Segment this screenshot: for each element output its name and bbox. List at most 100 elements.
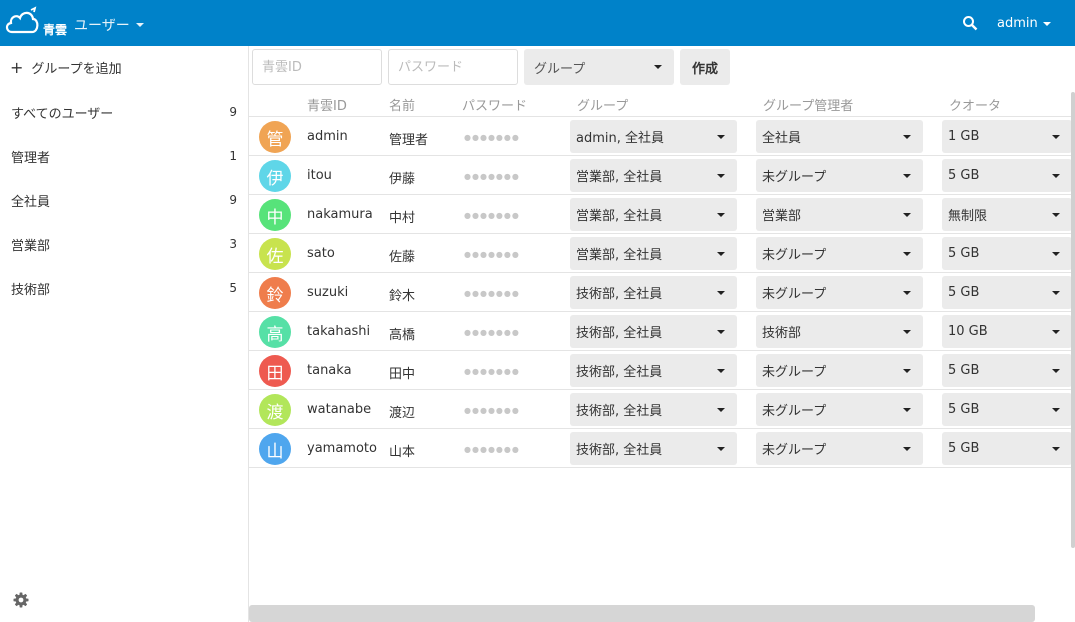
user-display-name[interactable]: 中村 xyxy=(389,207,415,226)
quota-select[interactable]: 5 GB xyxy=(942,432,1072,465)
avatar: 中 xyxy=(259,199,291,231)
table-row: 渡 watanabe 渡辺 ●●●●●●● 技術部, 全社員 未グループ 5 GB xyxy=(249,390,1073,429)
user-id: tanaka xyxy=(307,363,352,378)
quota-value: 10 GB xyxy=(948,324,988,339)
groups-value: 技術部, 全社員 xyxy=(576,404,663,419)
groups-select[interactable]: 技術部, 全社員 xyxy=(570,432,737,465)
app-menu[interactable]: ユーザー xyxy=(74,15,144,35)
quota-select[interactable]: 5 GB xyxy=(942,393,1072,426)
subadmin-select[interactable]: 営業部 xyxy=(756,198,923,231)
quota-value: 5 GB xyxy=(948,363,980,378)
avatar: 伊 xyxy=(259,160,291,192)
password-field[interactable]: ●●●●●●● xyxy=(464,172,520,181)
sidebar-item-engineering[interactable]: 技術部 5 xyxy=(0,266,248,310)
quota-select[interactable]: 5 GB xyxy=(942,276,1072,309)
groups-value: 営業部, 全社員 xyxy=(576,170,663,185)
password-field[interactable]: ●●●●●●● xyxy=(464,445,520,454)
quota-select[interactable]: 5 GB xyxy=(942,354,1072,387)
password-field[interactable]: ●●●●●●● xyxy=(464,250,520,259)
subadmin-select[interactable]: 未グループ xyxy=(756,276,923,309)
header-id: 青雲ID xyxy=(307,99,347,114)
subadmin-select[interactable]: 技術部 xyxy=(756,315,923,348)
search-icon[interactable] xyxy=(962,15,978,31)
avatar: 渡 xyxy=(259,394,291,426)
groups-select[interactable]: 営業部, 全社員 xyxy=(570,237,737,270)
user-menu[interactable]: admin xyxy=(997,16,1051,31)
subadmin-select[interactable]: 未グループ xyxy=(756,237,923,270)
groups-select[interactable]: 技術部, 全社員 xyxy=(570,315,737,348)
cloud-logo-icon[interactable] xyxy=(4,6,40,38)
chevron-down-icon xyxy=(1052,212,1060,217)
user-id: sato xyxy=(307,246,335,261)
avatar: 田 xyxy=(259,355,291,387)
groups-value: 技術部, 全社員 xyxy=(576,287,663,302)
groups-select[interactable]: 技術部, 全社員 xyxy=(570,393,737,426)
add-group-button[interactable]: + グループを追加 xyxy=(10,58,122,77)
chevron-down-icon xyxy=(717,173,725,178)
quota-select[interactable]: 無制限 xyxy=(942,198,1072,231)
subadmin-select[interactable]: 未グループ xyxy=(756,393,923,426)
table-row: 伊 itou 伊藤 ●●●●●●● 営業部, 全社員 未グループ 5 GB xyxy=(249,156,1073,195)
vertical-scrollbar[interactable] xyxy=(1071,92,1075,548)
chevron-down-icon xyxy=(1052,407,1060,412)
password-field[interactable]: ●●●●●●● xyxy=(464,211,520,220)
table-row: 高 takahashi 高橋 ●●●●●●● 技術部, 全社員 技術部 10 GB xyxy=(249,312,1073,351)
subadmin-select[interactable]: 未グループ xyxy=(756,354,923,387)
sidebar-item-all-staff[interactable]: 全社員 9 xyxy=(0,178,248,222)
groups-select[interactable]: admin, 全社員 xyxy=(570,120,737,153)
sidebar-item-sales[interactable]: 営業部 3 xyxy=(0,222,248,266)
chevron-down-icon xyxy=(903,251,911,256)
quota-select[interactable]: 5 GB xyxy=(942,237,1072,270)
password-field[interactable]: ●●●●●●● xyxy=(464,289,520,298)
plus-icon: + xyxy=(10,57,24,77)
user-display-name[interactable]: 伊藤 xyxy=(389,168,415,187)
password-field[interactable]: ●●●●●●● xyxy=(464,133,520,142)
sidebar-item-admin[interactable]: 管理者 1 xyxy=(0,134,248,178)
user-display-name[interactable]: 管理者 xyxy=(389,129,428,148)
groups-select[interactable]: 技術部, 全社員 xyxy=(570,354,737,387)
header-password: パスワード xyxy=(462,99,528,114)
subadmin-select[interactable]: 未グループ xyxy=(756,432,923,465)
chevron-down-icon xyxy=(1052,368,1060,373)
logo-text: 青雲 xyxy=(43,23,68,37)
user-display-name[interactable]: 高橋 xyxy=(389,324,415,343)
user-display-name[interactable]: 佐藤 xyxy=(389,246,415,265)
header-subadmin: グループ管理者 xyxy=(763,99,854,114)
new-user-id-input[interactable] xyxy=(252,49,382,85)
table-row: 山 yamamoto 山本 ●●●●●●● 技術部, 全社員 未グループ 5 GB xyxy=(249,429,1073,468)
groups-select[interactable]: 営業部, 全社員 xyxy=(570,159,737,192)
user-id: suzuki xyxy=(307,285,349,300)
groups-select[interactable]: 営業部, 全社員 xyxy=(570,198,737,231)
table-header: 青雲ID 名前 パスワード グループ グループ管理者 クオータ xyxy=(249,92,1073,117)
chevron-down-icon xyxy=(903,212,911,217)
avatar: 高 xyxy=(259,316,291,348)
subadmin-select[interactable]: 全社員 xyxy=(756,120,923,153)
groups-select[interactable]: 技術部, 全社員 xyxy=(570,276,737,309)
sidebar-item-everyone[interactable]: すべてのユーザー 9 xyxy=(0,90,248,134)
chevron-down-icon xyxy=(717,329,725,334)
user-id: nakamura xyxy=(307,207,373,222)
horizontal-scrollbar[interactable] xyxy=(249,605,1035,622)
user-display-name[interactable]: 山本 xyxy=(389,441,415,460)
user-id: admin xyxy=(307,129,348,144)
create-user-button[interactable]: 作成 xyxy=(680,49,730,85)
password-field[interactable]: ●●●●●●● xyxy=(464,406,520,415)
chevron-down-icon xyxy=(903,173,911,178)
chevron-down-icon xyxy=(903,134,911,139)
subadmin-select[interactable]: 未グループ xyxy=(756,159,923,192)
groups-value: 技術部, 全社員 xyxy=(576,443,663,458)
user-display-name[interactable]: 田中 xyxy=(389,363,415,382)
quota-select[interactable]: 10 GB xyxy=(942,315,1072,348)
groups-value: 営業部, 全社員 xyxy=(576,209,663,224)
quota-select[interactable]: 1 GB xyxy=(942,120,1072,153)
password-field[interactable]: ●●●●●●● xyxy=(464,367,520,376)
password-field[interactable]: ●●●●●●● xyxy=(464,328,520,337)
user-display-name[interactable]: 鈴木 xyxy=(389,285,415,304)
gear-icon[interactable] xyxy=(12,591,30,609)
new-user-password-input[interactable] xyxy=(388,49,518,85)
quota-select[interactable]: 5 GB xyxy=(942,159,1072,192)
quota-value: 5 GB xyxy=(948,441,980,456)
user-display-name[interactable]: 渡辺 xyxy=(389,402,415,421)
sidebar-item-label: 管理者 xyxy=(11,150,51,166)
new-user-group-select[interactable]: グループ xyxy=(524,49,674,85)
